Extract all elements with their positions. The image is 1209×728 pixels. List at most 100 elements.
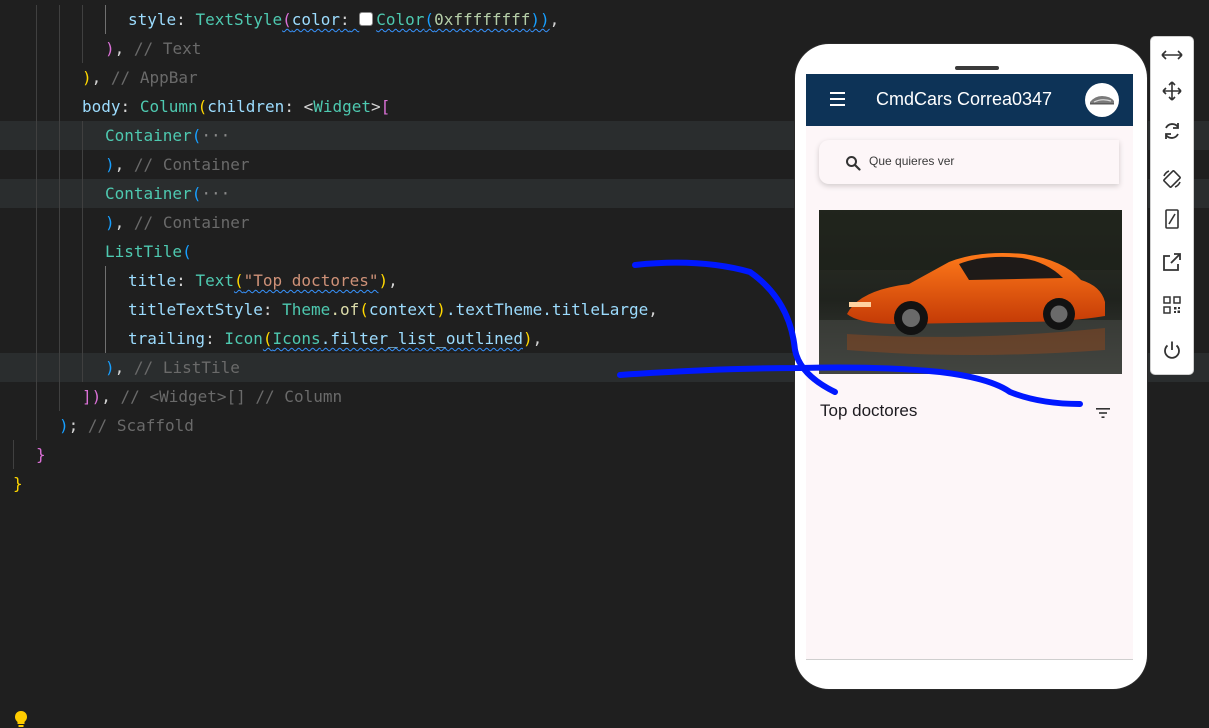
code-text: titleTextStyle: Theme.of(context).textTh… <box>128 295 658 324</box>
token-comma: , <box>114 358 125 377</box>
token-ctor: Container <box>105 126 192 145</box>
fold-ellipsis[interactable]: ··· <box>201 126 230 145</box>
code-text: body: Column(children: <Widget>[ <box>82 92 390 121</box>
power-icon[interactable] <box>1160 338 1184 362</box>
indent-guide <box>82 150 83 179</box>
qr-code-icon[interactable] <box>1160 293 1184 317</box>
indent-guide <box>36 63 37 92</box>
device-frame-icon[interactable] <box>1160 207 1184 231</box>
indent-guide <box>59 324 60 353</box>
indent-guide <box>82 324 83 353</box>
token-close: ) <box>105 39 115 58</box>
token-comma: , <box>114 155 125 174</box>
token-arg: context <box>368 300 437 319</box>
token-close: ) <box>105 155 115 174</box>
token-colon: : <box>205 329 215 348</box>
indent-guide <box>36 266 37 295</box>
indent-guide <box>105 324 106 353</box>
indent-guide <box>82 5 83 34</box>
indent-guide <box>82 208 83 237</box>
device-speaker <box>955 66 999 70</box>
search-input[interactable]: Que quieres ver <box>819 140 1119 184</box>
token-open: ( <box>424 10 435 29</box>
token-open: ( <box>191 126 202 145</box>
token-comment: // <Widget>[] // Column <box>120 387 343 406</box>
token-member: .textTheme <box>445 300 543 319</box>
token-ident: title <box>128 271 177 290</box>
token-open: ( <box>182 242 192 261</box>
indent-guide <box>59 179 60 208</box>
code-text: ]), // <Widget>[] // Column <box>82 382 342 411</box>
code-text: } <box>13 469 23 498</box>
token-arg: children <box>207 97 285 116</box>
token-colon: : <box>176 10 186 29</box>
indent-guide <box>59 121 60 150</box>
auto-rotate-icon[interactable] <box>1160 167 1184 191</box>
app-title: CmdCars Correa0347 <box>876 89 1053 109</box>
indent-guide <box>36 92 37 121</box>
code-text: ), // Text <box>105 34 201 63</box>
tile-title: Top doctores <box>820 401 918 420</box>
indent-guide <box>82 34 83 63</box>
token-colon: : <box>284 97 294 116</box>
token-arg: color <box>291 10 340 29</box>
token-comma: , <box>114 213 125 232</box>
token-type-close: > <box>371 97 381 116</box>
indent-guide <box>36 382 37 411</box>
token-comma: , <box>532 329 543 348</box>
code-text: Container(··· <box>105 179 230 208</box>
indent-guide <box>59 92 60 121</box>
code-line[interactable]: style: TextStyle(color: Color(0xffffffff… <box>0 5 1209 34</box>
code-text: title: Text("Top doctores"), <box>128 266 398 295</box>
indent-guide <box>59 353 60 382</box>
filter-list-icon[interactable] <box>1096 407 1110 419</box>
token-close: ) <box>105 213 115 232</box>
token-colon: : <box>262 300 273 319</box>
token-close: } <box>13 474 23 493</box>
token-ctor: TextStyle <box>195 10 283 29</box>
token-class: Icons <box>272 329 321 348</box>
indent-guide <box>59 208 60 237</box>
indent-guide <box>82 353 83 382</box>
indent-guide <box>59 34 60 63</box>
indent-guide <box>36 5 37 34</box>
device-frame: CmdCars Correa0347 Que quieres ver Top d… <box>795 44 1147 689</box>
token-close: ) <box>436 300 446 319</box>
token-close: ) <box>105 358 115 377</box>
token-close: ]) <box>82 387 102 406</box>
fold-ellipsis[interactable]: ··· <box>201 184 230 203</box>
indent-guide <box>82 295 83 324</box>
token-open: ( <box>262 329 273 348</box>
token-ident: titleTextStyle <box>128 300 263 319</box>
token-ctor: Text <box>195 271 234 290</box>
indent-guide <box>59 295 60 324</box>
token-member: .filter_list_outlined <box>320 329 523 348</box>
token-open: ( <box>359 300 369 319</box>
token-method: .of <box>330 300 360 319</box>
token-open: ( <box>191 184 202 203</box>
lightbulb-icon[interactable] <box>14 710 28 728</box>
token-colon: : <box>176 271 186 290</box>
menu-icon[interactable] <box>830 92 845 106</box>
indent-guide <box>59 382 60 411</box>
open-external-icon[interactable] <box>1160 250 1184 274</box>
color-swatch-icon[interactable] <box>359 12 374 26</box>
move-icon[interactable] <box>1160 79 1184 103</box>
token-close: ) <box>82 68 92 87</box>
token-colon: : <box>120 97 131 116</box>
app-screen[interactable]: CmdCars Correa0347 Que quieres ver Top d… <box>806 74 1133 660</box>
emulator-toolbar <box>1151 37 1193 374</box>
list-tile[interactable]: Top doctores <box>806 386 1133 436</box>
token-ctor: ListTile <box>105 242 183 261</box>
orange-sports-car-photo <box>819 210 1122 374</box>
rotate-icon[interactable] <box>1160 119 1184 143</box>
code-text: ), // Container <box>105 150 250 179</box>
token-ctor: Color <box>376 10 425 29</box>
token-string: "Top doctores" <box>243 271 379 290</box>
car-logo-avatar[interactable] <box>1085 83 1119 117</box>
token-open: ( <box>282 10 292 29</box>
indent-guide <box>36 324 37 353</box>
token-comment: // Container <box>133 155 250 174</box>
resize-icon[interactable] <box>1160 43 1184 67</box>
token-comment: // Container <box>133 213 250 232</box>
